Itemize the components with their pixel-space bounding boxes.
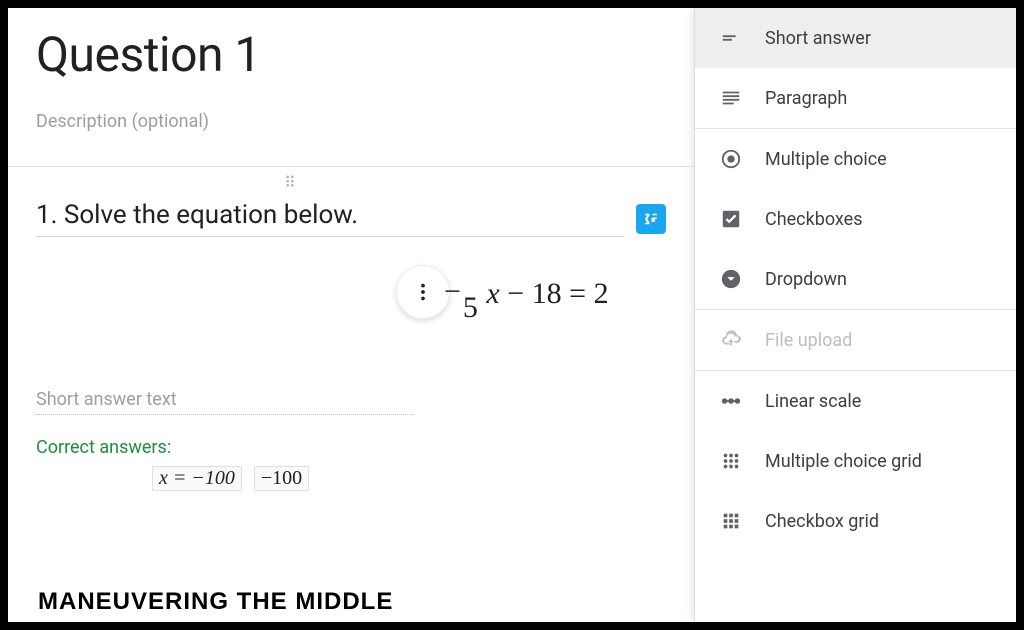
watermark-text: MANEUVERING THE MIDDLE (38, 588, 393, 616)
page-title[interactable]: Question 1 (36, 26, 666, 83)
equation-display[interactable]: −5 x − 18 = 2 (446, 277, 609, 311)
type-option-multiple-choice-grid[interactable]: Multiple choice grid (695, 431, 1016, 491)
short-answer-placeholder[interactable]: Short answer text (36, 389, 414, 415)
correct-answers-row: x = −100 −100 (152, 466, 666, 491)
type-option-file-upload: File upload (695, 310, 1016, 370)
correct-answer-1[interactable]: x = −100 (152, 466, 242, 491)
square-grid-icon (719, 509, 743, 533)
equation-area: −5 x − 18 = 2 (36, 259, 666, 349)
type-option-paragraph[interactable]: Paragraph (695, 68, 1016, 128)
cloud-upload-icon (719, 328, 743, 352)
type-option-label: Linear scale (765, 391, 861, 412)
type-option-label: File upload (765, 330, 852, 351)
correct-answer-2[interactable]: −100 (254, 466, 309, 491)
type-option-dropdown[interactable]: Dropdown (695, 249, 1016, 309)
type-option-label: Short answer (765, 28, 871, 49)
equation-icon (642, 210, 660, 228)
type-option-label: Checkbox grid (765, 511, 879, 532)
question-type-dropdown[interactable]: Short answer Paragraph Multiple choice C… (694, 8, 1016, 622)
type-option-checkboxes[interactable]: Checkboxes (695, 189, 1016, 249)
type-option-short-answer[interactable]: Short answer (695, 8, 1016, 68)
question-text-input[interactable]: 1. Solve the equation below. (36, 200, 624, 237)
dropdown-icon (719, 267, 743, 291)
type-option-label: Dropdown (765, 269, 847, 290)
type-option-linear-scale[interactable]: Linear scale (695, 371, 1016, 431)
question-row: 1. Solve the equation below. (36, 200, 666, 237)
drag-handle-icon[interactable]: ⠿ (8, 167, 606, 194)
short-answer-icon (719, 26, 743, 50)
type-option-multiple-choice[interactable]: Multiple choice (695, 129, 1016, 189)
type-option-label: Multiple choice grid (765, 451, 922, 472)
more-vert-icon (412, 281, 434, 303)
type-option-checkbox-grid[interactable]: Checkbox grid (695, 491, 1016, 551)
page-description[interactable]: Description (optional) (36, 111, 666, 132)
more-options-button[interactable] (396, 265, 450, 319)
equation-editor-badge[interactable] (636, 204, 666, 234)
type-option-label: Paragraph (765, 88, 847, 109)
radio-icon (719, 147, 743, 171)
dot-grid-icon (719, 449, 743, 473)
correct-answers-label: Correct answers: (36, 437, 666, 458)
app-frame: Question 1 Description (optional) ⠿ 1. S… (8, 8, 1016, 622)
question-editor-panel: Question 1 Description (optional) ⠿ 1. S… (8, 8, 694, 622)
type-option-label: Checkboxes (765, 209, 863, 230)
type-option-label: Multiple choice (765, 149, 887, 170)
checkbox-icon (719, 207, 743, 231)
paragraph-icon (719, 86, 743, 110)
linear-scale-icon (719, 389, 743, 413)
